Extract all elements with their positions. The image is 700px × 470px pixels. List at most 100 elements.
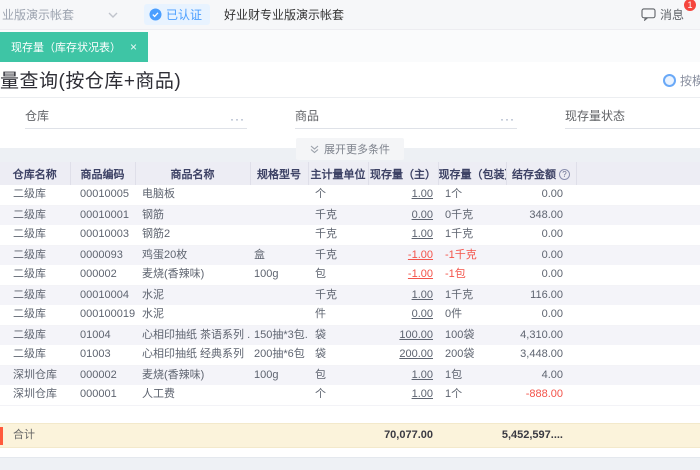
filter-panel: 仓库 ··· 商品 ··· 现存量状态 展开更多条件 bbox=[0, 98, 700, 160]
product-filter-input[interactable] bbox=[319, 108, 498, 124]
account-set-selector[interactable]: 业版演示帐套 bbox=[0, 6, 128, 23]
expand-more-conditions-button[interactable]: 展开更多条件 bbox=[296, 138, 404, 160]
cell-unit: 千克 bbox=[308, 225, 368, 246]
cell-code: 00010004 bbox=[80, 288, 129, 301]
template-button[interactable]: 按模板 bbox=[662, 72, 700, 89]
cell-unit: 个 bbox=[308, 385, 368, 406]
cell-warehouse: 二级库 bbox=[13, 248, 46, 261]
table-row: 深圳仓库 000001 人工费 个 1.00 1个 -888.00 bbox=[0, 385, 700, 406]
cell-pkg: 0件 bbox=[438, 305, 506, 326]
cell-spec: 150抽*3包... bbox=[254, 328, 308, 341]
cell-code: 00010005 bbox=[70, 185, 135, 206]
messages-label: 消息 bbox=[659, 8, 684, 22]
cell-qty: 0.00 bbox=[368, 305, 438, 326]
messages-count-badge: 1 bbox=[684, 0, 696, 11]
cell-qty: 1.00 bbox=[368, 185, 438, 206]
cell-name: 人工费 bbox=[135, 385, 250, 406]
qty-main-link[interactable]: 100.00 bbox=[399, 329, 433, 341]
template-icon bbox=[662, 74, 676, 87]
cell-qty: 1.00 bbox=[368, 285, 438, 305]
cell-filler bbox=[576, 285, 700, 305]
cell-warehouse: 二级库 bbox=[13, 328, 46, 341]
qty-main-link[interactable]: -1.00 bbox=[408, 249, 433, 261]
messages-button[interactable]: 消息 1 bbox=[641, 0, 696, 23]
qty-main-link[interactable]: 0.00 bbox=[412, 209, 433, 221]
cell-code: 01004 bbox=[80, 328, 111, 341]
cell-unit: 千克 bbox=[315, 208, 337, 221]
cell-qty: 0.00 bbox=[368, 205, 438, 225]
chevron-down-icon bbox=[108, 12, 118, 18]
cell-warehouse: 二级库 bbox=[0, 305, 70, 326]
cell-pkg: 1千克 bbox=[438, 225, 506, 246]
product-picker-ellipsis-icon[interactable]: ··· bbox=[498, 113, 517, 125]
cell-warehouse: 二级库 bbox=[0, 265, 70, 286]
cell-name: 鸡蛋20枚 bbox=[142, 248, 188, 261]
column-header-spec[interactable]: 规格型号 bbox=[250, 162, 309, 185]
warehouse-filter-input[interactable] bbox=[49, 108, 228, 124]
totals-row: 合计 70,077.00 5,452,597.... bbox=[0, 422, 700, 448]
cell-qty: -1.00 bbox=[368, 265, 438, 286]
table-row: 二级库 00010005 电脑板 个 1.00 1个 0.00 bbox=[0, 185, 700, 206]
table-row: 二级库 00010004 水泥 千克 1.00 1千克 116.00 bbox=[0, 285, 700, 305]
filter-fields: 仓库 ··· 商品 ··· 现存量状态 bbox=[0, 105, 700, 129]
warehouse-picker-ellipsis-icon[interactable]: ··· bbox=[228, 113, 247, 125]
column-header-qty[interactable]: 现存量（主） bbox=[368, 162, 439, 185]
column-header-unit[interactable]: 主计量单位 bbox=[308, 162, 369, 185]
cell-amount: 0.00 bbox=[506, 265, 576, 286]
qty-main-link[interactable]: 1.00 bbox=[412, 289, 433, 301]
cell-pkg: -1包 bbox=[438, 265, 506, 286]
cell-unit: 个 bbox=[308, 185, 368, 206]
table-row: 二级库 01003 心相印抽纸 经典系列 200抽*6包袋 200.00 200袋 3,44… bbox=[0, 345, 700, 366]
cell-spec bbox=[250, 385, 308, 406]
cell-spec: 200抽*6包 bbox=[250, 345, 308, 366]
verified-badge: 已认证 bbox=[144, 4, 211, 25]
tab-close-icon[interactable]: × bbox=[130, 41, 137, 53]
cell-unit: 件 bbox=[308, 305, 368, 326]
tab-label: 现存量（库存状况表） bbox=[11, 42, 121, 54]
help-icon[interactable]: ? bbox=[559, 168, 570, 180]
stock-status-filter-input[interactable] bbox=[625, 108, 700, 124]
cell-spec: 100g bbox=[250, 265, 308, 286]
cell-name: 电脑板 bbox=[135, 185, 250, 206]
qty-main-link[interactable]: 1.00 bbox=[412, 228, 433, 240]
tab-bar: 现存量（库存状况表） × bbox=[0, 30, 700, 62]
cell-warehouse: 二级库 bbox=[0, 345, 70, 366]
cell-code: 000100019 bbox=[70, 305, 135, 326]
cell-qty: 1.00 bbox=[368, 385, 438, 406]
column-header-pkg[interactable]: 现存量（包装） bbox=[438, 162, 507, 185]
qty-main-link[interactable]: 200.00 bbox=[399, 348, 433, 360]
filter-field-warehouse: 仓库 ··· bbox=[25, 105, 247, 129]
cell-amount: 116.00 bbox=[530, 288, 563, 301]
qty-main-link[interactable]: 1.00 bbox=[412, 188, 433, 200]
cell-pkg: 100袋 bbox=[445, 328, 475, 341]
cell-filler bbox=[576, 225, 700, 246]
stock-status-filter-label: 现存量状态 bbox=[565, 109, 626, 123]
qty-main-link[interactable]: 1.00 bbox=[412, 369, 433, 381]
cell-warehouse: 深圳仓库 bbox=[13, 368, 57, 381]
qty-main-link[interactable]: 1.00 bbox=[412, 388, 433, 400]
table-row: 二级库 00010003 钢筋2 千克 1.00 1千克 0.00 bbox=[0, 225, 700, 246]
verified-badge-label: 已认证 bbox=[166, 8, 203, 22]
cell-qty: 1.00 bbox=[368, 365, 438, 385]
cell-filler bbox=[576, 385, 700, 406]
column-header-amount[interactable]: 结存金额? bbox=[506, 162, 577, 185]
cell-code: 00010003 bbox=[70, 225, 135, 246]
cell-pkg: 0千克 bbox=[445, 208, 474, 221]
table-header: 仓库名称商品编码商品名称规格型号主计量单位现存量（主）现存量（包装）结存金额? bbox=[0, 162, 700, 185]
cell-unit: 千克 bbox=[315, 288, 337, 301]
tab-inventory-status[interactable]: 现存量（库存状况表） × bbox=[0, 32, 149, 62]
column-header-name[interactable]: 商品名称 bbox=[135, 162, 251, 185]
column-header-warehouse[interactable]: 仓库名称 bbox=[0, 162, 71, 185]
account-set-label: 业版演示帐套 bbox=[2, 8, 75, 22]
cell-code: 00010001 bbox=[80, 208, 129, 221]
cell-name: 麦烧(香辣味) bbox=[142, 368, 205, 381]
cell-spec bbox=[250, 225, 308, 246]
cell-name: 心相印抽纸 经典系列 bbox=[135, 345, 250, 366]
totals-qty-main: 70,077.00 bbox=[384, 428, 433, 441]
qty-main-link[interactable]: -1.00 bbox=[408, 268, 433, 280]
qty-main-link[interactable]: 0.00 bbox=[412, 308, 433, 320]
cell-filler bbox=[576, 205, 700, 225]
column-header-code[interactable]: 商品编码 bbox=[70, 162, 136, 185]
cell-amount: 0.00 bbox=[541, 248, 563, 261]
cell-amount: 0.00 bbox=[506, 185, 576, 206]
